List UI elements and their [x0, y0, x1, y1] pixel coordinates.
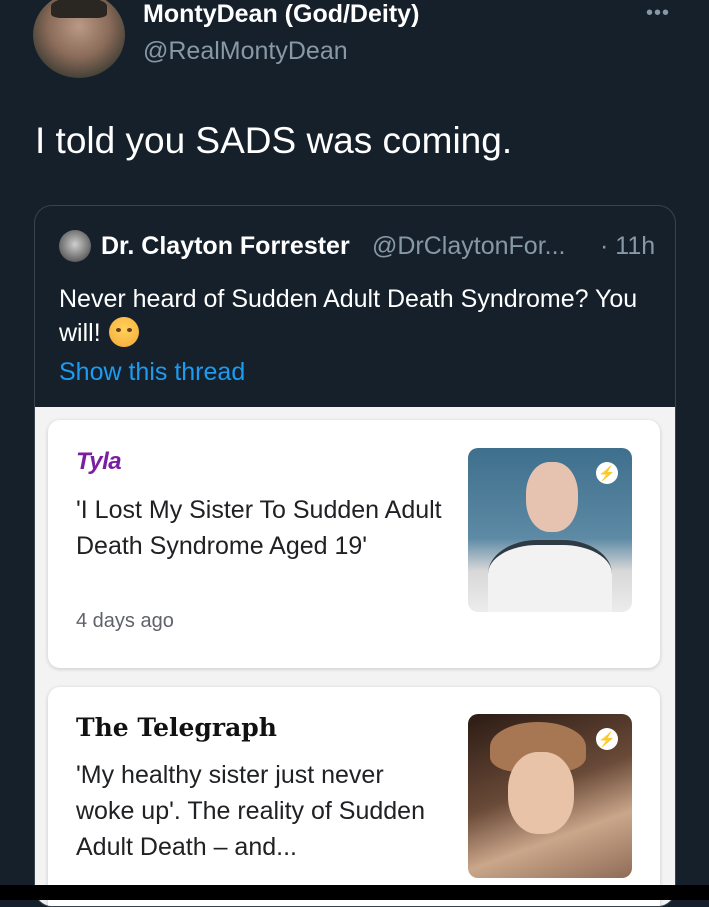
tweet-text: I told you SADS was coming.: [35, 120, 513, 161]
article-date: 4 days ago: [76, 610, 174, 632]
quoted-author-avatar[interactable]: [59, 230, 91, 262]
author-avatar[interactable]: [33, 0, 125, 78]
article-title[interactable]: 'My healthy sister just never woke up'. …: [76, 757, 446, 865]
article-source: The Telegraph: [76, 713, 277, 742]
article-card[interactable]: The Telegraph 'My healthy sister just ne…: [48, 687, 660, 906]
quoted-author-handle[interactable]: @DrClaytonFor...: [372, 232, 565, 261]
article-thumbnail[interactable]: ⚡: [468, 448, 632, 612]
quoted-tweet[interactable]: Dr. Clayton Forrester @DrClaytonFor... ·…: [34, 205, 676, 907]
more-icon[interactable]: •••: [646, 2, 670, 25]
article-source: Tyla: [76, 448, 122, 475]
amp-bolt-icon: ⚡: [596, 728, 618, 750]
quoted-tweet-text-content: Never heard of Sudden Adult Death Syndro…: [59, 285, 638, 347]
amp-bolt-icon: ⚡: [596, 462, 618, 484]
author-name[interactable]: MontyDean (God/Deity): [143, 0, 419, 29]
show-thread-link[interactable]: Show this thread: [59, 358, 245, 387]
quoted-tweet-text: Never heard of Sudden Adult Death Syndro…: [59, 282, 659, 350]
article-card[interactable]: Tyla 'I Lost My Sister To Sudden Adult D…: [48, 420, 660, 668]
quoted-author-name[interactable]: Dr. Clayton Forrester: [101, 232, 350, 261]
article-title[interactable]: 'I Lost My Sister To Sudden Adult Death …: [76, 492, 446, 564]
article-thumbnail[interactable]: ⚡: [468, 714, 632, 878]
angry-face-emoji-icon: [108, 317, 139, 347]
bottom-bar: [0, 885, 709, 900]
author-handle[interactable]: @RealMontyDean: [143, 37, 348, 66]
quoted-timestamp[interactable]: · 11h: [600, 232, 655, 261]
